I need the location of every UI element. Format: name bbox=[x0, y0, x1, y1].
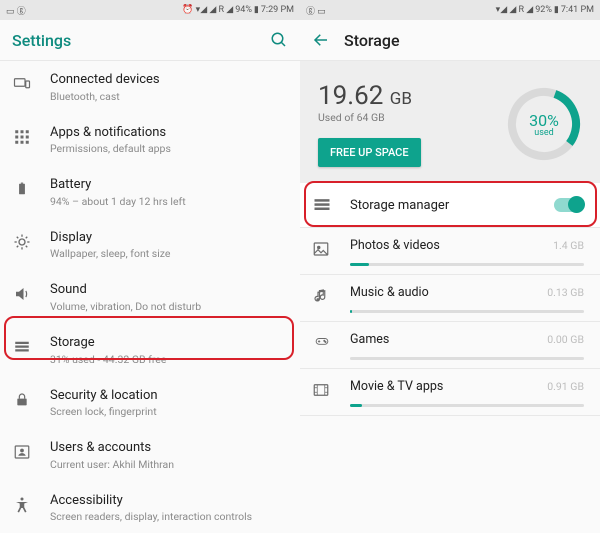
used-unit: GB bbox=[390, 89, 412, 109]
status-bar: ▭ ⓖ ⏰ ▾◢ ◢ R ◢ 94% ▮ 7:29 PM bbox=[0, 0, 300, 20]
category-name: Music & audio bbox=[350, 285, 429, 300]
status-left: ⓖ ▭ bbox=[306, 4, 326, 17]
users-icon bbox=[12, 442, 32, 462]
category-bar bbox=[350, 310, 584, 313]
category-name: Photos & videos bbox=[350, 238, 440, 253]
category-photos[interactable]: Photos & videos 1.4 GB bbox=[300, 228, 600, 274]
item-title: Display bbox=[50, 230, 284, 246]
status-bar: ⓖ ▭ ▾◢ ◢ R ◢ 92% ▮ 7:41 PM bbox=[300, 0, 600, 20]
item-title: Connected devices bbox=[50, 72, 284, 88]
storage-manager-icon bbox=[312, 195, 332, 215]
used-subtitle: Used of 64 GB bbox=[318, 111, 506, 124]
storage-manager-row[interactable]: Storage manager bbox=[300, 183, 600, 227]
settings-item-lock[interactable]: Security & locationScreen lock, fingerpr… bbox=[0, 377, 300, 430]
category-list: Photos & videos 1.4 GB Music & audio 0.13 G… bbox=[300, 228, 600, 416]
category-bar bbox=[350, 404, 584, 407]
item-subtitle: Volume, vibration, Do not disturb bbox=[50, 300, 284, 313]
display-icon bbox=[12, 232, 32, 252]
back-icon[interactable] bbox=[312, 31, 330, 49]
item-subtitle: Screen readers, display, interaction con… bbox=[50, 510, 284, 523]
status-icons: ⏰ ▾◢ ◢ R ◢ bbox=[182, 5, 233, 15]
settings-item-sound[interactable]: Sound Volume, vibration, Do not disturb bbox=[0, 271, 300, 324]
usage-ring-chart: 30% used bbox=[506, 86, 582, 162]
status-left: ▭ ⓖ bbox=[6, 4, 26, 17]
ring-label: used bbox=[534, 128, 553, 138]
storage-manager-toggle[interactable] bbox=[554, 198, 584, 212]
photos-icon bbox=[312, 240, 332, 260]
settings-item-access[interactable]: AccessibilityScreen readers, display, in… bbox=[0, 482, 300, 533]
music-icon bbox=[312, 287, 332, 307]
category-bar bbox=[350, 357, 584, 360]
used-amount: 19.62 GB bbox=[318, 81, 506, 111]
item-subtitle: Screen lock, fingerprint bbox=[50, 405, 284, 418]
games-icon bbox=[312, 334, 332, 354]
battery-pct: 94% bbox=[235, 5, 252, 15]
item-title: Accessibility bbox=[50, 493, 284, 509]
storage-icon bbox=[12, 337, 32, 357]
settings-item-battery[interactable]: Battery 94% – about 1 day 12 hrs left bbox=[0, 166, 300, 219]
app-bar: Storage bbox=[300, 20, 600, 60]
category-bar bbox=[350, 263, 584, 266]
storage-manager-label: Storage manager bbox=[350, 198, 536, 213]
category-name: Movie & TV apps bbox=[350, 379, 443, 394]
used-value: 19.62 bbox=[318, 81, 383, 111]
storage-screen: ⓖ ▭ ▾◢ ◢ R ◢ 92% ▮ 7:41 PM Storage 19.62… bbox=[300, 0, 600, 533]
search-icon[interactable] bbox=[270, 31, 288, 49]
category-size: 0.91 GB bbox=[547, 380, 584, 393]
battery-icon: ▮ bbox=[554, 5, 559, 15]
item-title: Users & accounts bbox=[50, 440, 284, 456]
settings-item-devices[interactable]: Connected devices Bluetooth, cast bbox=[0, 61, 300, 114]
divider bbox=[300, 415, 600, 416]
clock: 7:29 PM bbox=[261, 5, 294, 15]
item-title: Security & location bbox=[50, 388, 284, 404]
category-games[interactable]: Games 0.00 GB bbox=[300, 322, 600, 368]
settings-item-users[interactable]: Users & accounts Current user: Akhil Mith… bbox=[0, 429, 300, 482]
page-title: Storage bbox=[344, 31, 588, 50]
status-right: ▾◢ ◢ R ◢ 92% ▮ 7:41 PM bbox=[496, 5, 594, 15]
item-subtitle: 31% used - 44.32 GB free bbox=[50, 353, 284, 366]
item-subtitle: Permissions, default apps bbox=[50, 142, 284, 155]
settings-item-storage[interactable]: Storage 31% used - 44.32 GB free bbox=[0, 324, 300, 377]
settings-item-display[interactable]: DisplayWallpaper, sleep, font size bbox=[0, 219, 300, 272]
settings-item-apps[interactable]: Apps & notificationsPermissions, default… bbox=[0, 114, 300, 167]
category-size: 1.4 GB bbox=[553, 239, 584, 252]
settings-list: Connected devices Bluetooth, cast Apps & n… bbox=[0, 61, 300, 533]
category-size: 0.13 GB bbox=[547, 286, 584, 299]
app-bar: Settings bbox=[0, 20, 300, 60]
status-right: ⏰ ▾◢ ◢ R ◢ 94% ▮ 7:29 PM bbox=[182, 5, 294, 15]
item-subtitle: Wallpaper, sleep, font size bbox=[50, 247, 284, 260]
status-icons: ▾◢ ◢ R ◢ bbox=[496, 5, 534, 15]
devices-icon bbox=[12, 74, 32, 94]
item-title: Apps & notifications bbox=[50, 125, 284, 141]
storage-summary: 19.62 GB Used of 64 GB FREE UP SPACE 30%… bbox=[300, 61, 600, 183]
category-music[interactable]: Music & audio 0.13 GB bbox=[300, 275, 600, 321]
item-title: Battery bbox=[50, 177, 284, 193]
item-subtitle: Current user: Akhil Mithran bbox=[50, 458, 284, 471]
battery-icon bbox=[12, 179, 32, 199]
access-icon bbox=[12, 495, 32, 515]
item-title: Sound bbox=[50, 282, 284, 298]
category-movies[interactable]: Movie & TV apps 0.91 GB bbox=[300, 369, 600, 415]
item-subtitle: 94% – about 1 day 12 hrs left bbox=[50, 195, 284, 208]
category-name: Games bbox=[350, 332, 389, 347]
battery-icon: ▮ bbox=[254, 5, 259, 15]
category-size: 0.00 GB bbox=[547, 333, 584, 346]
item-subtitle: Bluetooth, cast bbox=[50, 90, 284, 103]
page-title: Settings bbox=[12, 31, 256, 50]
free-up-space-button[interactable]: FREE UP SPACE bbox=[318, 138, 421, 167]
item-title: Storage bbox=[50, 335, 284, 351]
apps-icon bbox=[12, 127, 32, 147]
battery-pct: 92% bbox=[535, 5, 552, 15]
settings-screen: ▭ ⓖ ⏰ ▾◢ ◢ R ◢ 94% ▮ 7:29 PM Settings Co… bbox=[0, 0, 300, 533]
lock-icon bbox=[12, 390, 32, 410]
sound-icon bbox=[12, 284, 32, 304]
clock: 7:41 PM bbox=[561, 5, 594, 15]
movies-icon bbox=[312, 381, 332, 401]
